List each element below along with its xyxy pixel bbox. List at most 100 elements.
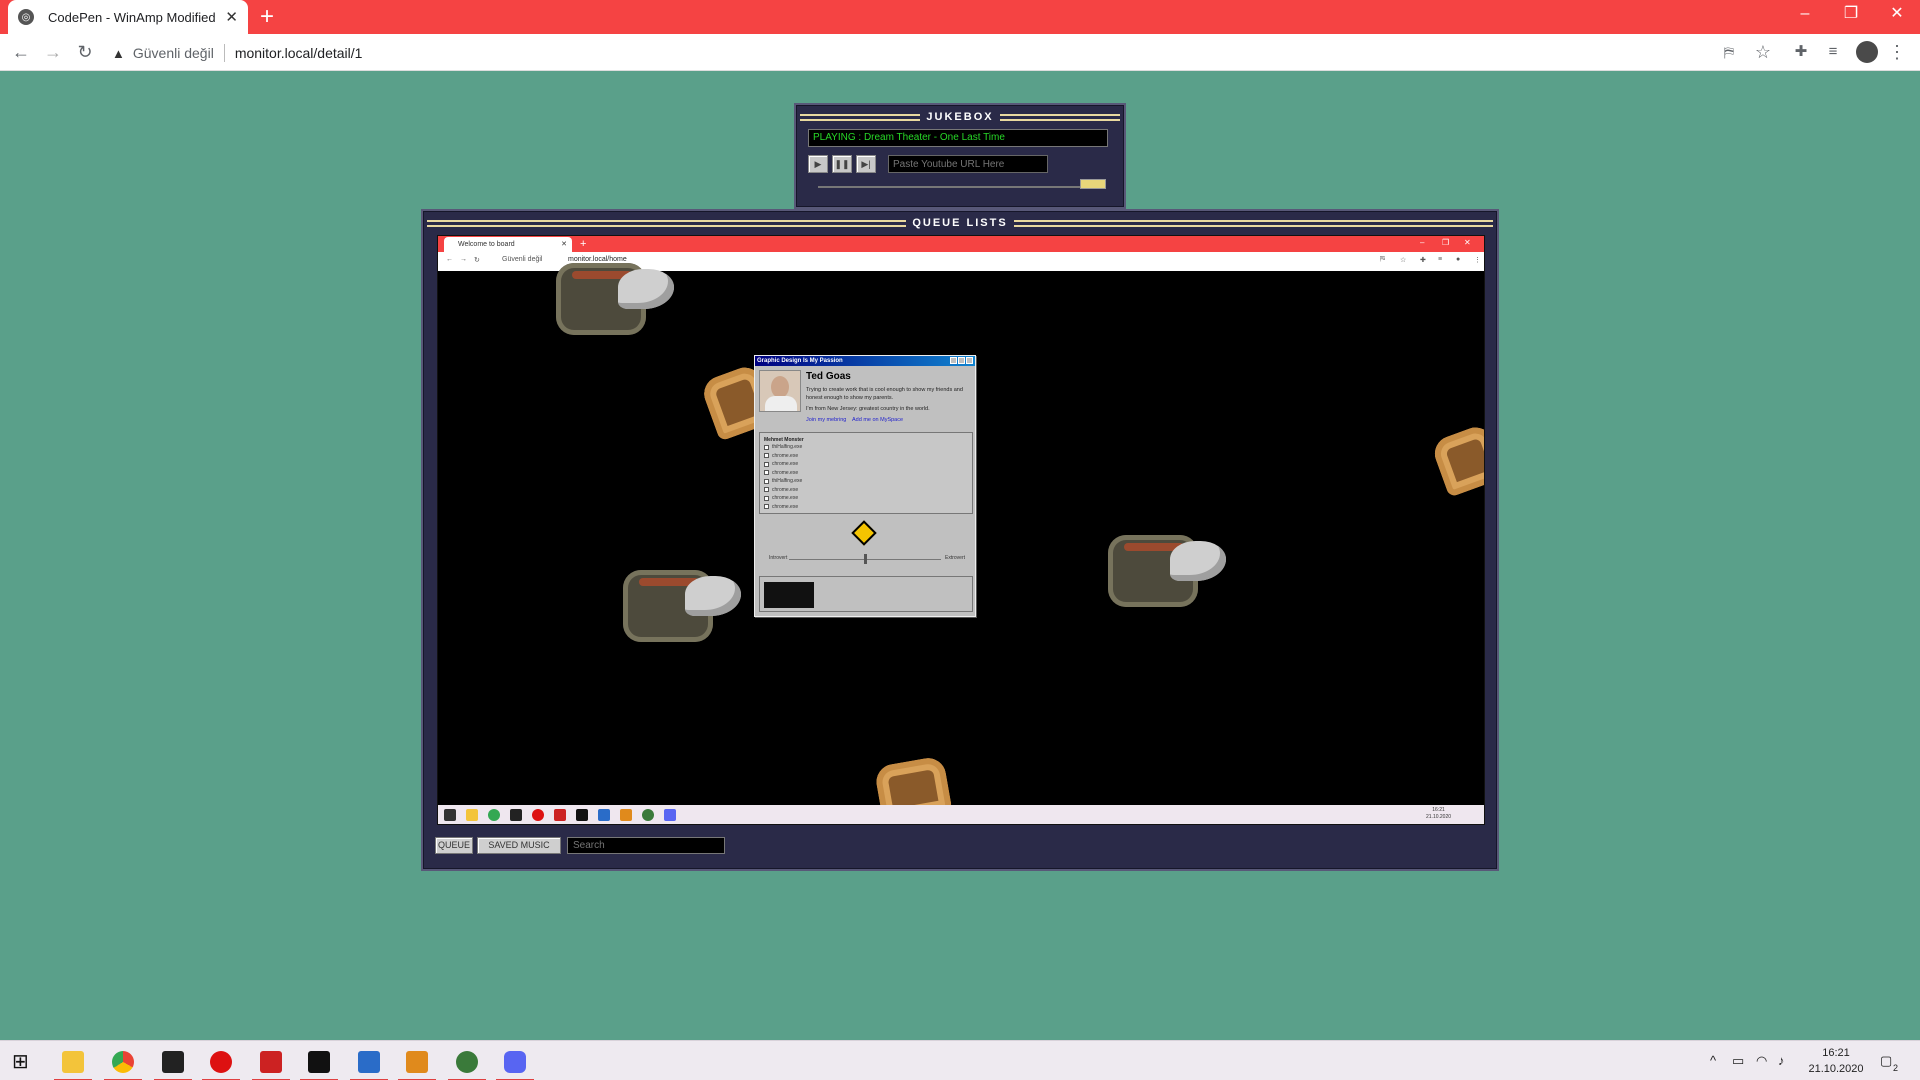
inner-tab-title: Welcome to board: [458, 241, 515, 248]
powershell-icon: [358, 1051, 380, 1073]
media-queue-icon[interactable]: ≡: [1822, 41, 1844, 63]
title-lines: [1013, 219, 1493, 227]
list-item-label: chrome.exe: [772, 469, 799, 476]
profile-window-title: Graphic Design Is My Passion: [757, 358, 843, 364]
youtube-url-input[interactable]: [888, 155, 1048, 173]
clock-date: 21.10.2020: [1808, 1063, 1864, 1075]
profile-close-icon: [966, 357, 973, 364]
list-item: chrome.exe: [764, 452, 968, 461]
personality-slider-knob: [864, 554, 867, 564]
inner-media-icon: [532, 809, 544, 821]
close-window-icon[interactable]: ✕: [1874, 0, 1920, 30]
windows-taskbar: ⊞ ^ ▭ ◠ ♪ 16:21 21.10.2020 ▢ 2: [0, 1040, 1920, 1080]
bookmark-star-icon[interactable]: ☆: [1752, 41, 1774, 63]
start-button[interactable]: ⊞: [0, 1041, 46, 1080]
taskbar-terminal[interactable]: [150, 1041, 196, 1080]
url-text: monitor.local/detail/1: [234, 45, 363, 61]
extensions-icon[interactable]: ✚: [1790, 41, 1812, 63]
list-item: chrome.exe: [764, 494, 968, 503]
introvert-label: Introvert: [769, 555, 788, 561]
warning-icon: ▲: [112, 45, 125, 61]
profile-location: I'm from New Jersey: greatest country in…: [806, 406, 930, 412]
profile-name: Ted Goas: [806, 371, 851, 382]
checkbox: [764, 470, 769, 476]
codepen-favicon-icon: ◎: [18, 9, 34, 25]
insecure-label: Güvenli değil: [132, 45, 214, 61]
toaster-wing: [1170, 541, 1226, 581]
taskbar-hs[interactable]: [444, 1041, 490, 1080]
inner-close-window-icon: ✕: [1464, 238, 1471, 247]
menu-icon[interactable]: ⋮: [1886, 41, 1908, 63]
inner-clock-time: 16:21: [1432, 807, 1445, 813]
myspace-profile-window: Graphic Design Is My Passion Ted Goas Tr…: [754, 355, 976, 617]
flying-toasters-screensaver: Graphic Design Is My Passion Ted Goas Tr…: [438, 263, 1484, 823]
list-item: chrome.exe: [764, 503, 968, 512]
title-lines: [427, 219, 907, 227]
taskbar-filezilla[interactable]: [248, 1041, 294, 1080]
taskbar-file-explorer[interactable]: [50, 1041, 96, 1080]
back-icon[interactable]: ←: [10, 41, 32, 63]
restore-icon[interactable]: ❐: [1828, 0, 1874, 30]
road-sign-icon: [851, 520, 877, 546]
join-link: Join my mebring: [806, 417, 847, 423]
reload-icon[interactable]: ↻: [74, 41, 96, 63]
inner-menu-icon: ⋮: [1474, 257, 1481, 264]
new-tab-button[interactable]: +: [260, 3, 274, 31]
minimize-icon[interactable]: –: [1782, 0, 1828, 30]
show-hidden-icons[interactable]: ^: [1710, 1053, 1716, 1068]
browser-toolbar: ← → ↻ ▲ Güvenli değil monitor.local/deta…: [0, 34, 1920, 71]
list-item-label: chrome.exe: [772, 495, 799, 502]
queue-panel: QUEUE LISTS Welcome to board ✕ + – ❐ ✕ ←…: [421, 209, 1499, 871]
taskbar-chrome[interactable]: [100, 1041, 146, 1080]
notifications-icon[interactable]: ▢: [1880, 1053, 1892, 1069]
inner-new-tab-icon: +: [580, 238, 587, 250]
taskbar-powershell[interactable]: [346, 1041, 392, 1080]
battery-icon[interactable]: ▭: [1732, 1053, 1744, 1069]
process-list: Mehmet Monster thiHalfing.exe chrome.exe…: [759, 432, 973, 514]
chrome-icon: [112, 1051, 134, 1073]
translate-icon[interactable]: ⛿: [1718, 41, 1740, 63]
list-item-label: chrome.exe: [772, 486, 799, 493]
media-thumbnail: [764, 582, 814, 608]
address-bar[interactable]: ▲ Güvenli değil monitor.local/detail/1: [112, 40, 362, 66]
queue-title: QUEUE LISTS: [912, 217, 1008, 229]
search-input[interactable]: [567, 837, 725, 854]
toast-sprite: [1429, 422, 1484, 498]
inner-star-icon: ☆: [1400, 257, 1407, 264]
inner-chrome-icon: [488, 809, 500, 821]
pause-button[interactable]: ❚❚: [832, 155, 852, 173]
profile-title-bar: Graphic Design Is My Passion: [755, 356, 975, 366]
list-item-label: thiHalfing.exe: [772, 478, 803, 485]
inner-powershell-icon: [598, 809, 610, 821]
saved-music-button[interactable]: SAVED MUSIC: [477, 837, 561, 854]
video-screen[interactable]: Welcome to board ✕ + – ❐ ✕ ← → ↻ Güvenli…: [437, 235, 1485, 825]
checkbox: [764, 504, 769, 510]
checkbox: [764, 453, 769, 459]
terminal-icon: [162, 1051, 184, 1073]
wifi-icon[interactable]: ◠: [1756, 1053, 1767, 1069]
taskbar-discord[interactable]: [492, 1041, 538, 1080]
taskbar-sublime[interactable]: [394, 1041, 440, 1080]
inner-forward-icon: →: [460, 256, 467, 263]
profile-avatar-icon[interactable]: [1856, 41, 1878, 63]
system-clock[interactable]: 16:21 21.10.2020: [1806, 1045, 1866, 1077]
play-button[interactable]: ▶: [808, 155, 828, 173]
cmd-icon: [308, 1051, 330, 1073]
volume-slider[interactable]: [1080, 179, 1106, 189]
divider: [223, 44, 225, 62]
close-tab-icon[interactable]: ✕: [225, 8, 238, 26]
taskbar-cmd[interactable]: [296, 1041, 342, 1080]
next-button[interactable]: ▶|: [856, 155, 876, 173]
seek-bar[interactable]: [818, 186, 1080, 188]
queue-button[interactable]: QUEUE: [435, 837, 473, 854]
inner-restore-icon: ❐: [1442, 238, 1450, 247]
filezilla-icon: [260, 1051, 282, 1073]
forward-icon[interactable]: →: [42, 41, 64, 63]
clock-time: 16:21: [1822, 1047, 1850, 1059]
list-item: chrome.exe: [764, 486, 968, 495]
volume-icon[interactable]: ♪: [1778, 1053, 1785, 1068]
taskbar-media-player[interactable]: [198, 1041, 244, 1080]
checkbox: [764, 487, 769, 493]
browser-tab[interactable]: ◎ CodePen - WinAmp Modified ✕: [8, 0, 248, 34]
inner-close-tab-icon: ✕: [561, 241, 567, 248]
